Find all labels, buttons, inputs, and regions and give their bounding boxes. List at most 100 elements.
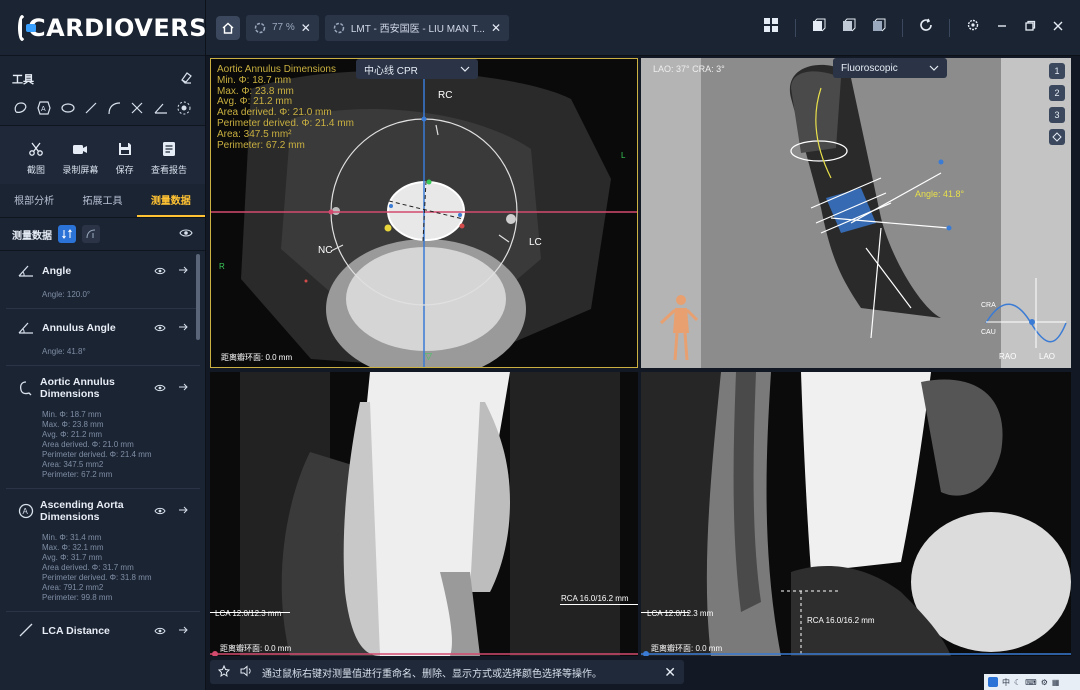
layout-grid-icon[interactable] xyxy=(763,17,779,38)
lc-label: LC xyxy=(529,237,542,248)
orientation-l-label: L xyxy=(621,151,626,160)
keyboard-icon[interactable]: ⌨ xyxy=(1025,678,1037,687)
list-item[interactable]: Angle Angle: 120.0° xyxy=(6,252,200,309)
visibility-all-icon[interactable] xyxy=(179,228,193,241)
ascending-aorta-icon: A xyxy=(18,503,34,519)
restore-icon[interactable] xyxy=(1024,19,1036,37)
curve-icon[interactable] xyxy=(105,99,123,117)
tab-patient-label: LMT - 西安国医 - LIU MAN T... xyxy=(350,24,485,35)
minimize-icon[interactable] xyxy=(996,19,1008,37)
eye-icon[interactable] xyxy=(154,379,166,397)
eye-icon[interactable] xyxy=(154,262,166,280)
spinner-icon xyxy=(333,22,345,33)
auto-roi-icon[interactable]: A xyxy=(35,99,53,117)
cube-view-icon[interactable] xyxy=(812,18,826,37)
eye-icon[interactable] xyxy=(154,319,166,337)
record-screen-button[interactable]: 录制屏幕 xyxy=(58,138,102,176)
viewport-annulus[interactable]: ▽ 中心线 CPR Aortic Annulus Dimensions Min.… xyxy=(210,58,638,368)
rca-label: RCA 16.0/16.2 mm xyxy=(561,594,629,603)
tools-row: A xyxy=(0,91,205,126)
system-tray: 中 ☾ ⌨ ⚙ ▦ xyxy=(984,674,1080,690)
pin-icon[interactable] xyxy=(217,664,231,680)
detail-line: Perimeter: 99.8 mm xyxy=(42,593,113,602)
ellipse-icon[interactable] xyxy=(59,99,77,117)
eye-icon[interactable] xyxy=(154,622,166,640)
arrow-right-icon[interactable] xyxy=(178,622,188,640)
top-bar: 77 % ✕ LMT - 西安国医 - LIU MAN T... ✕ xyxy=(206,0,1080,56)
viewport-fluoroscopic[interactable]: LAO: 37° CRA: 3° Fluoroscopic Angle: 41.… xyxy=(641,58,1071,368)
tools-title: 工具 xyxy=(12,73,34,86)
point-icon[interactable] xyxy=(175,99,193,117)
moon-icon[interactable]: ☾ xyxy=(1014,678,1021,687)
view-report-button[interactable]: 查看报告 xyxy=(147,138,191,176)
settings-tray-icon[interactable]: ⚙ xyxy=(1041,678,1048,687)
list-item[interactable]: Annulus Angle Angle: 41.8° xyxy=(6,309,200,366)
overlay-line: Min. Φ: 18.7 mm xyxy=(217,74,292,86)
screenshot-button[interactable]: 截图 xyxy=(14,138,58,176)
grid-tray-icon[interactable]: ▦ xyxy=(1052,678,1060,687)
tab-root-analysis[interactable]: 根部分析 xyxy=(0,184,68,217)
eraser-icon[interactable] xyxy=(179,70,193,87)
angle-icon xyxy=(18,263,36,279)
viewport-cpr-right[interactable]: LCA 12.0/12.3 mm RCA 16.0/16.2 mm 距离瓣环面:… xyxy=(641,372,1071,656)
arrow-right-icon[interactable] xyxy=(178,262,188,280)
viewport-cpr-left[interactable]: LCA 12.0/12.3 mm RCA 16.0/16.2 mm 距离瓣环面:… xyxy=(210,372,638,656)
close-hint-icon[interactable]: ✕ xyxy=(664,664,676,681)
render-mode-label: Fluoroscopic xyxy=(841,62,898,74)
chevron-down-icon xyxy=(460,66,470,72)
arrow-right-icon[interactable] xyxy=(178,319,188,337)
view-preset-2-button[interactable]: 2 xyxy=(1049,85,1065,101)
speaker-icon xyxy=(240,664,252,680)
arrow-right-icon[interactable] xyxy=(178,502,188,520)
tab-patient[interactable]: LMT - 西安国医 - LIU MAN T... ✕ xyxy=(324,14,510,41)
svg-text:A: A xyxy=(23,507,29,516)
screenshot-label: 截图 xyxy=(26,165,45,175)
close-window-icon[interactable] xyxy=(1052,19,1064,37)
list-item[interactable]: A Ascending Aorta Dimensions Min. Φ: 31.… xyxy=(6,489,200,612)
detail-line: Max. Φ: 23.8 mm xyxy=(42,420,104,429)
tab-measurement-data[interactable]: 测量数据 xyxy=(136,184,205,217)
tab-progress[interactable]: 77 % ✕ xyxy=(246,14,319,41)
close-icon[interactable]: ✕ xyxy=(491,21,501,35)
reset-view-button[interactable] xyxy=(1049,129,1065,145)
volume-render-icon[interactable] xyxy=(872,18,886,37)
line-icon[interactable] xyxy=(82,99,100,117)
logo-mark-icon xyxy=(18,14,36,41)
list-item[interactable]: Aortic Annulus Dimensions Min. Φ: 18.7 m… xyxy=(6,366,200,489)
annulus-icon xyxy=(18,380,34,396)
view-preset-3-button[interactable]: 3 xyxy=(1049,107,1065,123)
gear-icon[interactable] xyxy=(966,18,980,37)
refresh-icon[interactable] xyxy=(919,18,933,37)
measurement-list-scrollbar[interactable] xyxy=(196,254,200,340)
overlay-line: Area: 347.5 mm² xyxy=(217,128,292,140)
measurement-title: Ascending Aorta Dimensions xyxy=(40,499,124,523)
app-window: CARDIOVERSE 工具 A 截图 录制屏幕 保存 查看报告 根部分析 拓展… xyxy=(0,0,1080,690)
cross-line-icon[interactable] xyxy=(128,99,146,117)
tab-extended-tools[interactable]: 拓展工具 xyxy=(68,184,136,217)
arrow-right-icon[interactable] xyxy=(178,379,188,397)
cube-view-alt-icon[interactable] xyxy=(842,18,856,37)
home-button[interactable] xyxy=(216,15,240,40)
measurement-title: 测量数据 xyxy=(12,230,52,242)
sort-alt-toggle-icon[interactable] xyxy=(82,225,100,243)
ime-indicator[interactable]: 中 xyxy=(1002,677,1010,688)
report-icon xyxy=(158,138,180,160)
measurement-title: Aortic Annulus Dimensions xyxy=(40,376,115,400)
eye-icon[interactable] xyxy=(154,502,166,520)
view-mode-dropdown[interactable]: 中心线 CPR xyxy=(356,59,478,79)
diamond-icon xyxy=(1052,132,1062,142)
detail-line: Avg. Φ: 31.7 mm xyxy=(42,553,103,562)
lca-label: LCA 12.0/12.3 mm xyxy=(215,609,282,618)
svg-text:A: A xyxy=(41,106,46,113)
view-preset-1-button[interactable]: 1 xyxy=(1049,63,1065,79)
render-mode-dropdown[interactable]: Fluoroscopic xyxy=(833,58,947,78)
freehand-roi-icon[interactable] xyxy=(12,99,30,117)
detail-line: Area derived. Φ: 21.0 mm xyxy=(42,440,134,449)
angle-icon[interactable] xyxy=(152,99,170,117)
action-bar: 截图 录制屏幕 保存 查看报告 xyxy=(0,126,205,184)
list-item[interactable]: LCA Distance xyxy=(6,612,200,648)
save-button[interactable]: 保存 xyxy=(103,138,147,176)
sort-toggle-icon[interactable] xyxy=(58,225,76,243)
close-icon[interactable]: ✕ xyxy=(301,21,311,35)
tray-app-icon[interactable] xyxy=(988,677,998,687)
